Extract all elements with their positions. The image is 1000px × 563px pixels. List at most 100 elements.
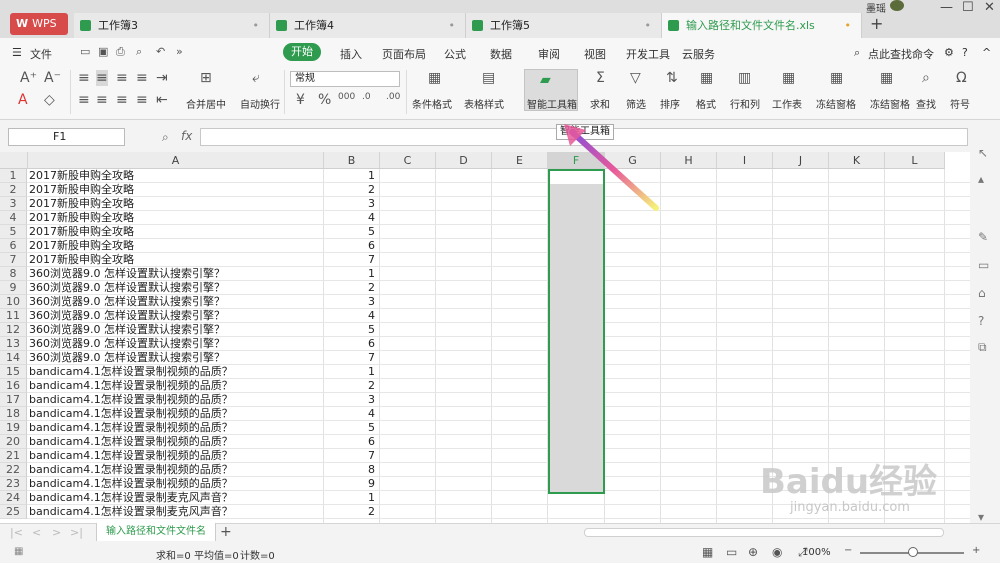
clear-format-icon[interactable]: ◇ — [44, 92, 55, 108]
settings-icon[interactable]: ⚙ — [944, 46, 954, 59]
tab-review[interactable]: 审阅 — [538, 46, 560, 62]
rowcol-icon[interactable]: ▥ — [738, 70, 751, 86]
increase-decimal-icon[interactable]: .0 — [362, 92, 371, 102]
normal-view-icon[interactable]: ▦ — [702, 545, 713, 559]
new-tab-button[interactable]: + — [870, 14, 883, 33]
col-header-i[interactable]: I — [717, 152, 773, 169]
zoom-lens-icon[interactable]: ⌕ — [162, 130, 169, 145]
col-header-e[interactable]: E — [492, 152, 548, 169]
font-shrink-icon[interactable]: A⁻ — [44, 70, 61, 86]
freeze-panes-button[interactable]: 冻结窗格 — [816, 96, 856, 111]
doc-tab-workbook5[interactable]: 工作簿5 • — [466, 13, 662, 38]
cell-b[interactable]: 4 — [324, 407, 378, 421]
minimize-icon[interactable]: — — [940, 0, 953, 15]
freeze-icon-2[interactable]: ▦ — [880, 70, 893, 86]
cell-a[interactable]: 360浏览器9.0 怎样设置默认搜索引擎？ — [29, 267, 225, 281]
worksheet-icon[interactable]: ▦ — [782, 70, 795, 86]
cell-b[interactable]: 7 — [324, 449, 378, 463]
cell-a[interactable]: bandicam4.1怎样设置录制麦克风声音？ — [29, 505, 233, 519]
doc-tab-workbook3[interactable]: 工作簿3 • — [74, 13, 270, 38]
currency-icon[interactable]: ¥ — [296, 92, 305, 108]
cell-b[interactable]: 3 — [324, 295, 378, 309]
cell-b[interactable]: 7 — [324, 253, 378, 267]
row-header[interactable]: 23 — [0, 477, 27, 491]
percent-icon[interactable]: % — [318, 92, 331, 108]
wrap-icon[interactable]: ⤶ — [252, 70, 260, 86]
help-circle-icon[interactable]: ? — [978, 314, 984, 328]
row-header[interactable]: 21 — [0, 449, 27, 463]
avatar[interactable] — [890, 0, 904, 11]
row-header[interactable]: 6 — [0, 239, 27, 253]
col-header-a[interactable]: A — [28, 152, 324, 169]
copy-icon[interactable]: ⧉ — [978, 340, 987, 355]
conditional-format-button[interactable]: 条件格式 — [412, 96, 452, 111]
cell-b[interactable]: 7 — [324, 351, 378, 365]
cell-a[interactable]: bandicam4.1怎样设置录制麦克风声音？ — [29, 491, 233, 505]
eye-protect-icon[interactable]: ◉ — [772, 545, 782, 559]
filter-button[interactable]: 筛选 — [626, 96, 646, 111]
tab-close-dot[interactable]: • — [253, 13, 260, 38]
symbol-icon[interactable]: Ω — [956, 70, 967, 86]
tab-data[interactable]: 数据 — [490, 46, 512, 62]
cell-a[interactable]: 360浏览器9.0 怎样设置默认搜索引擎？ — [29, 337, 225, 351]
tab-home[interactable]: 开始 — [283, 43, 321, 61]
style-icon[interactable]: ✎ — [978, 230, 988, 244]
merge-icon[interactable]: ⊞ — [200, 70, 212, 86]
cell-a[interactable]: 2017新股申购全攻略 — [29, 197, 134, 211]
worksheet-button[interactable]: 工作表 — [772, 96, 802, 111]
cell-a[interactable]: bandicam4.1怎样设置录制视频的品质？ — [29, 421, 233, 435]
row-header[interactable]: 9 — [0, 281, 27, 295]
row-header[interactable]: 16 — [0, 379, 27, 393]
filter-icon[interactable]: ▽ — [630, 70, 641, 86]
cell-a[interactable]: bandicam4.1怎样设置录制视频的品质？ — [29, 365, 233, 379]
cell-b[interactable]: 5 — [324, 323, 378, 337]
justify-icon[interactable]: ≡ — [136, 70, 148, 86]
close-icon[interactable]: ✕ — [984, 0, 995, 15]
outdent-icon[interactable]: ⇤ — [156, 92, 168, 108]
cell-a[interactable]: 360浏览器9.0 怎样设置默认搜索引擎？ — [29, 281, 225, 295]
row-header[interactable]: 20 — [0, 435, 27, 449]
symbol-button[interactable]: 符号 — [950, 96, 970, 111]
command-search[interactable]: 点此查找命令 — [868, 46, 934, 62]
undo-icon[interactable]: ↶ — [156, 45, 165, 58]
select-all-corner[interactable] — [0, 152, 28, 169]
table-style-button[interactable]: 表格样式 — [464, 96, 504, 111]
row-header[interactable]: 24 — [0, 491, 27, 505]
row-header[interactable]: 12 — [0, 323, 27, 337]
cell-a[interactable]: 360浏览器9.0 怎样设置默认搜索引擎？ — [29, 309, 225, 323]
tab-close-dot[interactable]: • — [845, 13, 852, 38]
row-header[interactable]: 8 — [0, 267, 27, 281]
col-header-b[interactable]: B — [324, 152, 380, 169]
wps-app-button[interactable]: W WPS — [10, 13, 68, 35]
open-folder-icon[interactable]: ▭ — [80, 45, 90, 58]
sort-button[interactable]: 排序 — [660, 96, 680, 111]
help-icon[interactable]: ? — [962, 46, 968, 59]
row-header[interactable]: 5 — [0, 225, 27, 239]
row-header[interactable]: 11 — [0, 309, 27, 323]
redo-icon[interactable]: » — [176, 45, 183, 58]
zoom-slider-thumb[interactable] — [908, 547, 918, 557]
user-name[interactable]: 墨瑶 — [866, 0, 886, 15]
row-header[interactable]: 4 — [0, 211, 27, 225]
row-header[interactable]: 2 — [0, 183, 27, 197]
tab-cloud[interactable]: 云服务 — [682, 46, 715, 62]
zoom-level[interactable]: 100% — [802, 547, 831, 558]
format-button[interactable]: 格式 — [696, 96, 716, 111]
col-header-h[interactable]: H — [661, 152, 717, 169]
cell-a[interactable]: bandicam4.1怎样设置录制视频的品质？ — [29, 393, 233, 407]
collapse-ribbon-icon[interactable]: ^ — [982, 46, 991, 59]
cell-a[interactable]: 2017新股申购全攻略 — [29, 253, 134, 267]
cell-b[interactable]: 3 — [324, 393, 378, 407]
row-header[interactable]: 10 — [0, 295, 27, 309]
font-grow-icon[interactable]: A⁺ — [20, 70, 37, 86]
cell-a[interactable]: bandicam4.1怎样设置录制视频的品质？ — [29, 477, 233, 491]
cell-b[interactable]: 3 — [324, 197, 378, 211]
row-header[interactable]: 7 — [0, 253, 27, 267]
cell-a[interactable]: 360浏览器9.0 怎样设置默认搜索引擎？ — [29, 295, 225, 309]
row-header[interactable]: 22 — [0, 463, 27, 477]
cell-a[interactable]: bandicam4.1怎样设置录制视频的品质？ — [29, 435, 233, 449]
align-bottom-icon[interactable]: ≡ — [116, 70, 128, 86]
sum-icon[interactable]: Σ — [596, 70, 605, 86]
tab-formulas[interactable]: 公式 — [444, 46, 466, 62]
cell-b[interactable]: 1 — [324, 169, 378, 183]
